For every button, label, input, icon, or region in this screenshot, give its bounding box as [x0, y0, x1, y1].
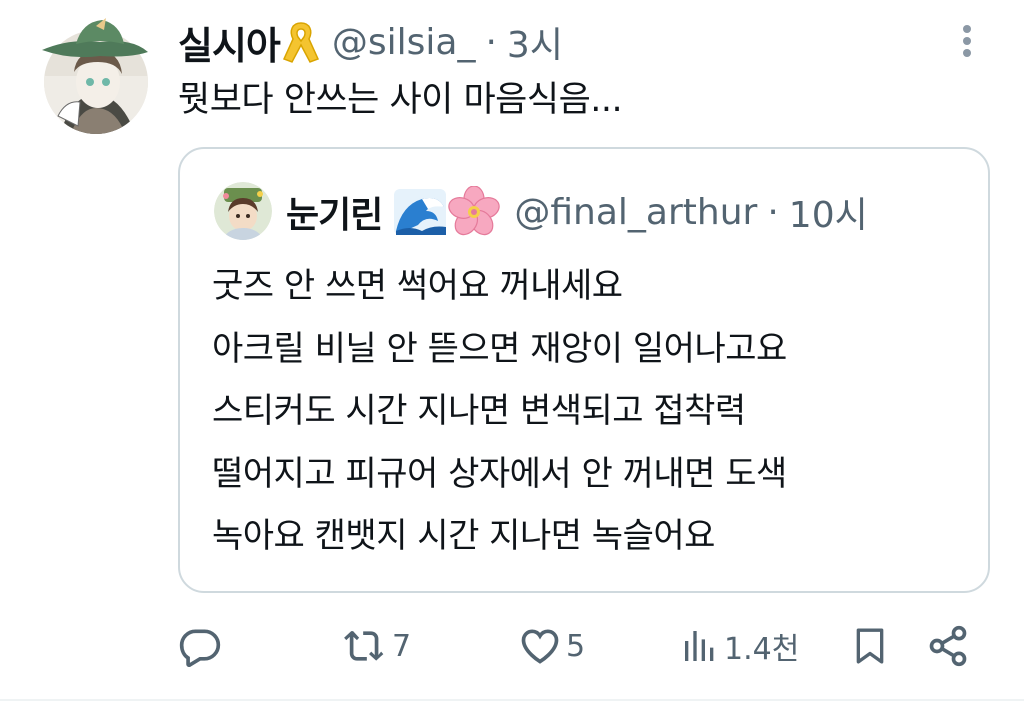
user-avatar[interactable]: [40, 16, 150, 134]
reply-icon: [178, 624, 222, 668]
share-icon: [926, 624, 970, 668]
yellow-ribbon-icon: [282, 19, 320, 65]
timestamp[interactable]: 3시: [507, 16, 563, 68]
views-button[interactable]: 1.4천: [680, 620, 799, 672]
quoted-timestamp[interactable]: 10시: [789, 186, 868, 238]
views-count: 1.4천: [724, 632, 800, 667]
quoted-text-line: 굿즈 안 쓰면 썩어요 꺼내세요: [212, 266, 623, 306]
quoted-text-line: 떨어지고 피규어 상자에서 안 꺼내면 도색: [212, 453, 787, 494]
like-count: 5: [566, 628, 586, 664]
wave-icon: [392, 185, 448, 239]
quoted-user-avatar[interactable]: [214, 182, 272, 240]
views-icon: [680, 624, 720, 668]
share-button[interactable]: [926, 620, 970, 672]
bookmark-icon: [850, 624, 890, 668]
display-name[interactable]: 실시아: [178, 15, 281, 70]
heart-icon: [518, 624, 562, 668]
quoted-separator-dot: ·: [767, 191, 779, 233]
quoted-text-line: 아크릴 비닐 안 뜯으면 재앙이 일어나고요: [212, 328, 787, 369]
separator-dot: ·: [485, 21, 497, 63]
quoted-tweet-header: 눈기린 @final_arthur · 10시: [286, 185, 868, 239]
quoted-user-handle[interactable]: @final_arthur: [514, 192, 757, 233]
tweet-text: 뭣보다 안쓰는 사이 마음식음...: [178, 80, 623, 120]
retweet-button[interactable]: 7: [342, 620, 411, 672]
retweet-count: 7: [392, 628, 412, 664]
quoted-text-line: 녹아요 캔뱃지 시간 지나면 녹슬어요: [212, 516, 715, 556]
user-handle[interactable]: @silsia_: [332, 22, 476, 63]
tweet-header: 실시아 @silsia_ · 3시: [178, 16, 563, 68]
like-button[interactable]: 5: [518, 620, 585, 672]
quoted-text-line: 스티커도 시간 지나면 변색되고 접착력: [212, 391, 746, 431]
reply-button[interactable]: [178, 620, 226, 672]
divider: [0, 699, 1024, 701]
tweet-actions: 7 5 1.4천: [178, 620, 978, 672]
more-options-icon[interactable]: [955, 22, 979, 62]
tweet[interactable]: 실시아 @silsia_ · 3시 뭣보다 안쓰는 사이 마음식음... 눈기린…: [0, 0, 1024, 706]
quoted-display-name[interactable]: 눈기린: [286, 186, 383, 238]
quoted-tweet-text: 굿즈 안 쓰면 썩어요 꺼내세요 아크릴 비닐 안 뜯으면 재앙이 일어나고요 …: [212, 255, 787, 568]
bookmark-button[interactable]: [850, 620, 890, 672]
retweet-icon: [342, 624, 388, 668]
quoted-tweet[interactable]: 눈기린 @final_arthur · 10시 굿즈 안 쓰면 썩어요 꺼내세요…: [178, 147, 990, 593]
cherry-blossom-icon: [448, 185, 501, 238]
